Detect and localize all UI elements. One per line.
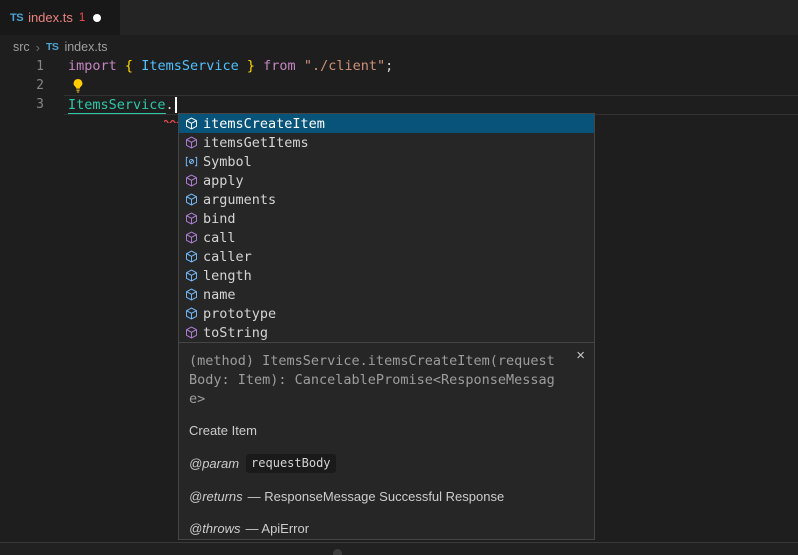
doc-summary: Create Item: [189, 422, 584, 439]
lightbulb-icon[interactable]: [71, 78, 85, 93]
symbol-field-icon: [183, 268, 200, 284]
open-brace-token: {: [125, 58, 133, 74]
imported-symbol-token: ItemsService: [141, 58, 239, 74]
error-squiggle-icon: [164, 110, 178, 128]
code-line-1[interactable]: import { ItemsService } from "./client";: [68, 57, 393, 76]
signature-line: Body: Item): CancelablePromise<ResponseM…: [189, 371, 584, 390]
throws-tag: @throws: [189, 520, 241, 537]
suggestion-label: length: [203, 268, 252, 284]
module-path-string-token: "./client": [304, 58, 385, 74]
suggestion-label: itemsCreateItem: [203, 116, 325, 132]
line-number-2: 2: [0, 76, 44, 95]
suggestion-item-itemsgetitems[interactable]: itemsGetItems: [179, 133, 594, 152]
suggestion-item-prototype[interactable]: prototype: [179, 304, 594, 323]
suggestion-item-arguments[interactable]: arguments: [179, 190, 594, 209]
symbol-method-icon: [183, 135, 200, 151]
symbol-variable-icon: [183, 154, 200, 170]
suggestion-item-length[interactable]: length: [179, 266, 594, 285]
suggestion-item-bind[interactable]: bind: [179, 209, 594, 228]
keyword-from-token: from: [263, 58, 296, 74]
suggestion-label: prototype: [203, 306, 276, 322]
keyword-import-token: import: [68, 58, 117, 74]
unsaved-changes-dot-icon[interactable]: [93, 14, 101, 22]
suggestion-item-itemscreateitem[interactable]: itemsCreateItem: [179, 114, 594, 133]
suggestion-label: bind: [203, 211, 236, 227]
suggestion-item-symbol[interactable]: Symbol: [179, 152, 594, 171]
class-name-token: ItemsService: [68, 97, 166, 114]
suggestion-label: call: [203, 230, 236, 246]
doc-returns-row: @returns — ResponseMessage Successful Re…: [189, 488, 584, 505]
param-name-chip: requestBody: [246, 454, 335, 473]
panel-dot-icon: [333, 549, 342, 555]
symbol-field-icon: [183, 249, 200, 265]
suggestion-label: name: [203, 287, 236, 303]
symbol-method-icon: [183, 230, 200, 246]
suggestion-label: toString: [203, 325, 268, 341]
code-editor-window: TS index.ts 1 src › TS index.ts 1 2 3 im…: [0, 0, 798, 555]
breadcrumb: src › TS index.ts: [13, 38, 108, 56]
suggestion-label: arguments: [203, 192, 276, 208]
symbol-field-icon: [183, 192, 200, 208]
semicolon-token: ;: [385, 58, 393, 74]
tab-index-ts[interactable]: TS index.ts 1: [0, 0, 120, 35]
symbol-method-icon: [183, 173, 200, 189]
suggestion-item-tostring[interactable]: toString: [179, 323, 594, 342]
tab-bar: TS index.ts 1: [0, 0, 798, 35]
close-brace-token: }: [247, 58, 255, 74]
suggestion-label: apply: [203, 173, 244, 189]
intellisense-suggest-widget: itemsCreateItem itemsGetItems Symbol app…: [178, 113, 595, 540]
suggestion-item-apply[interactable]: apply: [179, 171, 594, 190]
suggestion-item-call[interactable]: call: [179, 228, 594, 247]
suggestion-label: caller: [203, 249, 252, 265]
line-number-3: 3: [0, 95, 44, 114]
symbol-field-icon: [183, 287, 200, 303]
param-tag: @param: [189, 455, 239, 472]
breadcrumb-folder[interactable]: src: [13, 40, 30, 54]
typescript-file-icon: TS: [10, 12, 23, 24]
returns-tag: @returns: [189, 488, 243, 505]
doc-throws-row: @throws — ApiError: [189, 520, 584, 537]
suggestion-docs-panel: × (method) ItemsService.itemsCreateItem(…: [179, 342, 594, 539]
symbol-field-icon: [183, 306, 200, 322]
chevron-right-icon: ›: [36, 40, 40, 55]
signature-line: e>: [189, 390, 584, 409]
suggestion-label: itemsGetItems: [203, 135, 309, 151]
symbol-method-icon: [183, 211, 200, 227]
breadcrumb-file[interactable]: index.ts: [64, 40, 107, 54]
suggestion-item-name[interactable]: name: [179, 285, 594, 304]
typescript-file-icon: TS: [46, 41, 58, 53]
signature-line: (method) ItemsService.itemsCreateItem(re…: [189, 352, 584, 371]
method-signature: (method) ItemsService.itemsCreateItem(re…: [189, 352, 584, 409]
tab-filename: index.ts: [28, 10, 73, 25]
throws-text: — ApiError: [246, 520, 310, 537]
suggestion-list: itemsCreateItem itemsGetItems Symbol app…: [179, 114, 594, 342]
suggestion-label: Symbol: [203, 154, 252, 170]
returns-text: — ResponseMessage Successful Response: [248, 488, 505, 505]
suggestion-item-caller[interactable]: caller: [179, 247, 594, 266]
tab-error-count-badge: 1: [79, 12, 85, 24]
close-icon[interactable]: ×: [576, 348, 585, 363]
symbol-method-icon: [183, 325, 200, 341]
code-line-3[interactable]: ItemsService.: [68, 96, 177, 115]
doc-param-row: @param requestBody: [189, 454, 584, 473]
doc-summary-text: Create Item: [189, 422, 257, 439]
symbol-method-icon: [183, 116, 200, 132]
panel-divider[interactable]: [0, 542, 798, 555]
line-number-1: 1: [0, 57, 44, 76]
